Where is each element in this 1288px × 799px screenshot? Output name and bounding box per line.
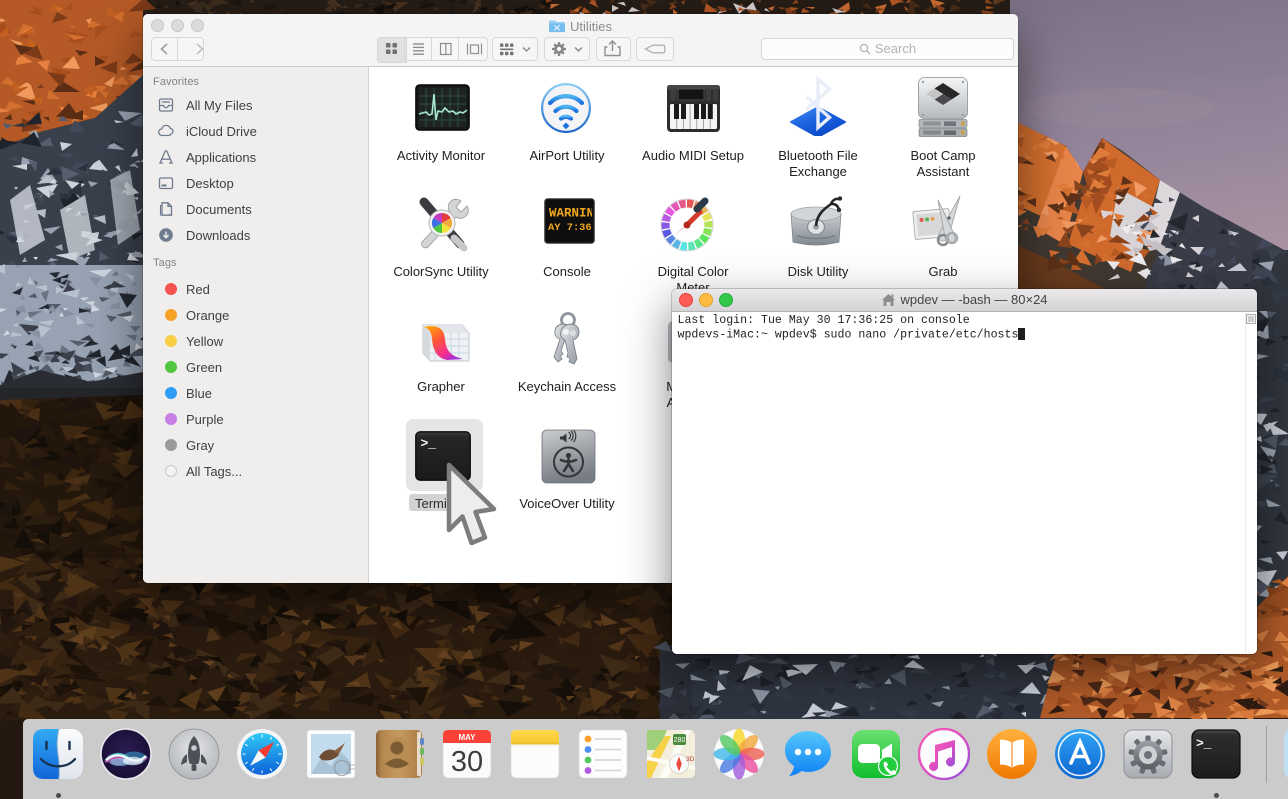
svg-text:>_: >_ (1196, 736, 1212, 751)
svg-text:>_: >_ (421, 436, 437, 451)
svg-text:3D: 3D (686, 756, 695, 763)
svg-text:30: 30 (451, 746, 483, 778)
svg-text:WARNIN: WARNIN (549, 207, 594, 221)
svg-text:280: 280 (674, 737, 686, 744)
svg-text:AY 7:36: AY 7:36 (548, 222, 592, 234)
svg-text:MAY: MAY (458, 733, 476, 742)
